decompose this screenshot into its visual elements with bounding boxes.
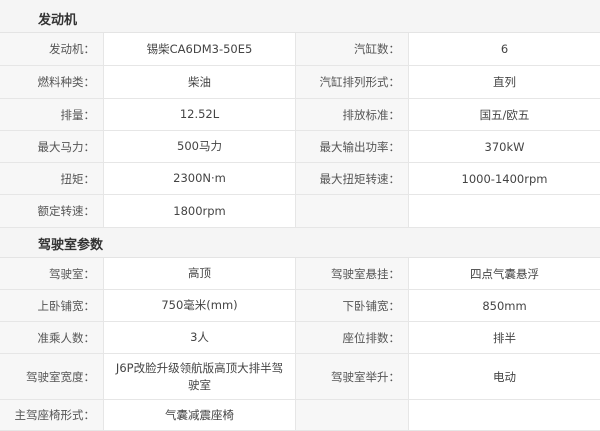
table-row: 发动机： 锡柴CA6DM3-50E5 汽缸数： 6 — [0, 33, 600, 66]
spec-label: 驾驶室举升： — [296, 354, 409, 399]
spec-value: 6 — [500, 42, 509, 56]
spec-label: 排放标准： — [296, 99, 409, 130]
spec-label-empty — [296, 195, 409, 227]
spec-label: 汽缸排列形式： — [296, 66, 409, 98]
spec-label: 排量： — [0, 99, 104, 130]
spec-value: 国五/欧五 — [479, 107, 530, 122]
spec-value: 1800rpm — [104, 195, 296, 227]
table-row: 驾驶室宽度： J6P改脸升级领航版高顶大排半驾驶室 驾驶室举升： 电动 — [0, 354, 600, 400]
spec-label: 扭矩： — [0, 163, 104, 194]
spec-label: 燃料种类： — [0, 66, 104, 98]
spec-value: 1000-1400rpm — [461, 171, 548, 186]
spec-label: 最大马力： — [0, 131, 104, 162]
spec-value: 高顶 — [104, 258, 296, 289]
spec-label: 下卧铺宽： — [296, 290, 409, 321]
spec-label-empty — [296, 400, 409, 430]
spec-label: 驾驶室悬挂： — [296, 258, 409, 289]
table-row: 燃料种类： 柴油 汽缸排列形式： 直列 — [0, 66, 600, 99]
spec-value: 直列 — [493, 75, 516, 89]
spec-label: 座位排数： — [296, 322, 409, 353]
spec-label: 驾驶室宽度： — [0, 354, 104, 399]
spec-value: 排半 — [493, 330, 516, 345]
table-row: 主驾座椅形式： 气囊减震座椅 — [0, 400, 600, 431]
spec-value: 锡柴CA6DM3-50E5 — [104, 33, 296, 65]
spec-value: 850mm — [482, 298, 527, 313]
section-title: 驾驶室参数 — [38, 238, 104, 253]
spec-value: 12.52L — [104, 99, 296, 130]
table-row: 排量： 12.52L 排放标准： 国五/欧五 — [0, 99, 600, 131]
table-row: 上卧铺宽： 750毫米(mm) 下卧铺宽： 850mm — [0, 290, 600, 322]
spec-label: 主驾座椅形式： — [0, 400, 104, 430]
spec-value: 3人 — [104, 322, 296, 353]
spec-label: 准乘人数： — [0, 322, 104, 353]
spec-value: 柴油 — [104, 66, 296, 98]
spec-value: 2300N·m — [104, 163, 296, 194]
spec-value-empty — [409, 400, 600, 430]
section-header-engine: 发动机 — [0, 0, 600, 33]
table-row: 额定转速： 1800rpm — [0, 195, 600, 228]
table-row: 准乘人数： 3人 座位排数： 排半 — [0, 322, 600, 354]
spec-value: 气囊减震座椅 — [104, 400, 296, 430]
table-row: 最大马力： 500马力 最大输出功率： 370kW — [0, 131, 600, 163]
spec-table: 发动机 发动机： 锡柴CA6DM3-50E5 汽缸数： 6 燃料种类： 柴油 汽… — [0, 0, 600, 431]
spec-value: 四点气囊悬浮 — [470, 266, 539, 281]
spec-value: 750毫米(mm) — [104, 290, 296, 321]
spec-label: 额定转速： — [0, 195, 104, 227]
spec-label: 上卧铺宽： — [0, 290, 104, 321]
spec-label: 发动机： — [0, 33, 104, 65]
spec-value: J6P改脸升级领航版高顶大排半驾驶室 — [104, 354, 296, 399]
table-row: 驾驶室： 高顶 驾驶室悬挂： 四点气囊悬浮 — [0, 258, 600, 290]
spec-label: 汽缸数： — [296, 33, 409, 65]
spec-value: 500马力 — [104, 131, 296, 162]
spec-label: 最大输出功率： — [296, 131, 409, 162]
section-header-cab: 驾驶室参数 — [0, 228, 600, 258]
spec-label: 最大扭矩转速： — [296, 163, 409, 194]
section-title: 发动机 — [38, 13, 78, 28]
spec-value-empty — [409, 195, 600, 227]
spec-value: 370kW — [484, 139, 525, 154]
spec-label: 驾驶室： — [0, 258, 104, 289]
table-row: 扭矩： 2300N·m 最大扭矩转速： 1000-1400rpm — [0, 163, 600, 195]
spec-value: 电动 — [493, 369, 516, 384]
